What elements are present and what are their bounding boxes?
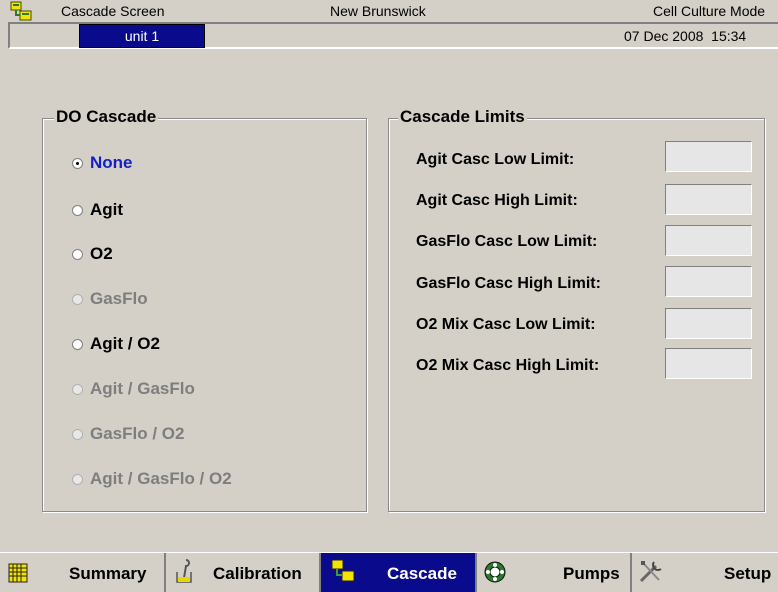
limit-label: GasFlo Casc Low Limit: bbox=[416, 233, 598, 250]
unit-row: unit 1 07 Dec 2008 15:34 bbox=[8, 22, 778, 49]
do-cascade-option[interactable]: None bbox=[72, 153, 133, 173]
cascade-limits-title: Cascade Limits bbox=[398, 107, 527, 127]
limit-value-field[interactable] bbox=[665, 266, 752, 297]
limit-label: Agit Casc Low Limit: bbox=[416, 151, 575, 168]
radio-button-icon bbox=[72, 338, 83, 350]
nav-pumps-label: Pumps bbox=[563, 564, 620, 583]
radio-button-icon bbox=[72, 473, 83, 485]
company-name: New Brunswick bbox=[330, 3, 426, 19]
do-cascade-option[interactable]: O2 bbox=[72, 244, 113, 264]
nav-pumps[interactable]: Pumps bbox=[477, 553, 632, 592]
radio-button-icon bbox=[72, 293, 83, 305]
bottom-nav: Summary Calibration Cascade Pumps Setup bbox=[0, 552, 778, 592]
do-cascade-option[interactable]: Agit bbox=[72, 200, 123, 220]
limit-value-field[interactable] bbox=[665, 141, 752, 172]
limit-value-field[interactable] bbox=[665, 308, 752, 339]
radio-button-icon bbox=[72, 204, 83, 216]
do-cascade-group bbox=[42, 118, 367, 512]
nav-cascade-label: Cascade bbox=[387, 564, 457, 583]
nav-calibration[interactable]: Calibration bbox=[166, 553, 321, 592]
do-cascade-option: GasFlo bbox=[72, 289, 148, 309]
mode-label: Cell Culture Mode bbox=[653, 3, 766, 19]
grid-icon bbox=[8, 563, 28, 583]
limit-label: Agit Casc High Limit: bbox=[416, 192, 578, 209]
limit-label: O2 Mix Casc Low Limit: bbox=[416, 316, 596, 333]
cascade-icon bbox=[331, 559, 355, 582]
do-cascade-option-label: Agit / GasFlo bbox=[90, 379, 195, 398]
do-cascade-option-label: Agit / GasFlo / O2 bbox=[90, 469, 232, 488]
nav-setup-label: Setup bbox=[724, 564, 772, 583]
radio-button-icon bbox=[72, 157, 83, 169]
do-cascade-option-label: GasFlo bbox=[90, 289, 148, 308]
do-cascade-option-label: GasFlo / O2 bbox=[90, 424, 185, 443]
radio-button-icon bbox=[72, 383, 83, 395]
cascade-app-icon bbox=[10, 1, 32, 21]
do-cascade-option-label: Agit / O2 bbox=[90, 334, 160, 353]
do-cascade-option-label: Agit bbox=[90, 200, 124, 219]
unit-selector-button[interactable]: unit 1 bbox=[79, 24, 205, 48]
probe-icon bbox=[176, 559, 192, 583]
radio-button-icon bbox=[72, 248, 83, 260]
do-cascade-title: DO Cascade bbox=[54, 107, 159, 127]
do-cascade-option-label: None bbox=[90, 153, 133, 172]
nav-summary-label: Summary bbox=[69, 564, 147, 583]
do-cascade-option: Agit / GasFlo / O2 bbox=[72, 469, 232, 489]
limit-label: GasFlo Casc High Limit: bbox=[416, 275, 601, 292]
limit-value-field[interactable] bbox=[665, 348, 752, 379]
do-cascade-option-label: O2 bbox=[90, 244, 113, 263]
do-cascade-option: Agit / GasFlo bbox=[72, 379, 195, 399]
limit-value-field[interactable] bbox=[665, 184, 752, 215]
radio-button-icon bbox=[72, 428, 83, 440]
limit-value-field[interactable] bbox=[665, 225, 752, 256]
title-bar: Cascade Screen New Brunswick Cell Cultur… bbox=[0, 0, 778, 22]
do-cascade-option: GasFlo / O2 bbox=[72, 424, 184, 444]
nav-summary[interactable]: Summary bbox=[0, 553, 166, 592]
nav-cascade[interactable]: Cascade bbox=[321, 553, 477, 592]
do-cascade-option[interactable]: Agit / O2 bbox=[72, 334, 160, 354]
pump-icon bbox=[484, 561, 506, 583]
nav-calibration-label: Calibration bbox=[213, 564, 302, 583]
tools-icon bbox=[639, 561, 662, 583]
nav-setup[interactable]: Setup bbox=[632, 553, 778, 592]
screen-title: Cascade Screen bbox=[61, 3, 165, 19]
date-time: 07 Dec 2008 15:34 bbox=[624, 28, 747, 44]
limit-label: O2 Mix Casc High Limit: bbox=[416, 357, 600, 374]
